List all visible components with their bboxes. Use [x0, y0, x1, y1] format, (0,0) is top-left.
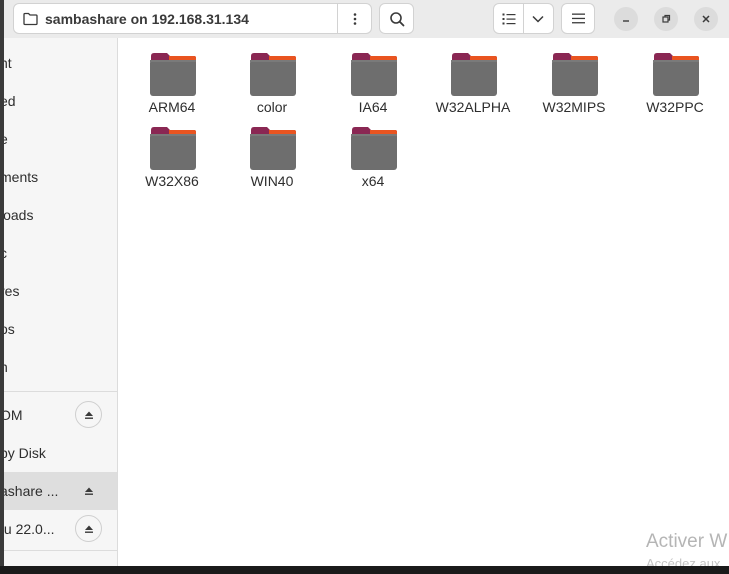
folder-icon: [351, 53, 397, 96]
sidebar-item-music[interactable]: c: [0, 234, 117, 272]
sidebar-device-floppy[interactable]: py Disk: [0, 434, 117, 472]
sidebar-separator: [0, 550, 117, 551]
sidebar-device-sambashare[interactable]: ashare ...: [0, 472, 117, 510]
location-bar[interactable]: sambashare on 192.168.31.134: [13, 3, 372, 34]
sidebar: nt ed e ments loads c res os n OM py Dis…: [0, 38, 118, 566]
folder-icon: [351, 127, 397, 170]
eject-icon: [85, 487, 93, 495]
folder-icon: [250, 127, 296, 170]
file-view: ARM64 color IA64 W32ALPHA W32MIPS W32PPC…: [119, 38, 729, 566]
eject-icon: [84, 411, 93, 419]
eject-icon: [84, 525, 93, 533]
eject-button[interactable]: [75, 401, 102, 428]
minimize-button[interactable]: [614, 7, 638, 31]
sidebar-item-label: ashare ...: [0, 483, 59, 499]
sidebar-item-videos[interactable]: os: [0, 310, 117, 348]
folder-icon: [451, 53, 497, 96]
sidebar-item-label: n: [0, 359, 117, 375]
minimize-icon: [623, 20, 629, 22]
folder-label: WIN40: [250, 173, 294, 189]
folder-icon: [150, 127, 196, 170]
search-button[interactable]: [379, 3, 414, 34]
folder-icon: [23, 11, 38, 26]
sidebar-item-downloads[interactable]: loads: [0, 196, 117, 234]
folder-item[interactable]: W32MIPS: [524, 40, 624, 115]
folder-item[interactable]: W32X86: [122, 114, 222, 189]
sidebar-item-label: loads: [0, 207, 34, 223]
sidebar-item-label: ments: [0, 169, 39, 185]
main-menu-button[interactable]: [561, 3, 595, 34]
list-view-icon: [502, 13, 515, 24]
eject-button[interactable]: [75, 515, 102, 542]
folder-item[interactable]: ARM64: [122, 40, 222, 115]
window-left-edge: [0, 0, 4, 574]
sidebar-device-cdrom[interactable]: OM: [0, 396, 117, 434]
sidebar-item-documents[interactable]: ments: [0, 158, 117, 196]
folder-label: W32ALPHA: [435, 99, 511, 115]
restore-icon: [662, 14, 671, 23]
sidebar-item-label: e: [0, 131, 117, 147]
activation-watermark: Activer W: [646, 531, 728, 552]
sidebar-item-label: py Disk: [0, 445, 46, 461]
eject-button[interactable]: [81, 483, 97, 499]
vertical-dots-icon: [353, 12, 357, 25]
folder-item[interactable]: IA64: [323, 40, 423, 115]
view-toggle-group: [493, 3, 554, 34]
folder-label: W32X86: [145, 173, 199, 189]
folder-label: x64: [361, 173, 385, 189]
sidebar-item-label: ed: [0, 93, 16, 109]
sidebar-device-ubuntu[interactable]: tu 22.0...: [0, 510, 117, 548]
sidebar-item-label: res: [0, 283, 20, 299]
folder-item[interactable]: color: [222, 40, 322, 115]
close-icon: [702, 15, 710, 23]
view-options-dropdown[interactable]: [524, 4, 553, 33]
folder-item[interactable]: x64: [323, 114, 423, 189]
folder-icon: [150, 53, 196, 96]
folder-label: W32PPC: [646, 99, 704, 115]
folder-label: IA64: [358, 99, 388, 115]
folder-item[interactable]: W32PPC: [625, 40, 725, 115]
folder-label: ARM64: [148, 99, 196, 115]
list-view-button[interactable]: [494, 4, 523, 33]
header-bar: sambashare on 192.168.31.134: [0, 0, 729, 38]
folder-icon: [552, 53, 598, 96]
sidebar-item-pictures[interactable]: res: [0, 272, 117, 310]
folder-icon: [653, 53, 699, 96]
folder-item[interactable]: W32ALPHA: [423, 40, 523, 115]
hamburger-icon: [571, 13, 585, 24]
close-button[interactable]: [694, 7, 718, 31]
folder-item[interactable]: WIN40: [222, 114, 322, 189]
folder-icon: [250, 53, 296, 96]
window-bottom-edge: [0, 566, 729, 574]
sidebar-item-home[interactable]: e: [0, 120, 117, 158]
folder-label: W32MIPS: [542, 99, 606, 115]
chevron-down-icon: [532, 15, 545, 23]
sidebar-item-label: nt: [0, 55, 12, 71]
sidebar-item-label: os: [0, 321, 15, 337]
folder-label: color: [256, 99, 288, 115]
search-icon: [389, 11, 404, 26]
location-menu-button[interactable]: [338, 4, 372, 33]
sidebar-item-starred[interactable]: ed: [0, 82, 117, 120]
sidebar-separator: [0, 391, 117, 392]
sidebar-item-trash[interactable]: n: [0, 348, 117, 386]
sidebar-item-recent[interactable]: nt: [0, 44, 117, 82]
location-path: sambashare on 192.168.31.134: [45, 10, 249, 27]
sidebar-item-label: c: [0, 245, 117, 261]
restore-button[interactable]: [654, 7, 678, 31]
